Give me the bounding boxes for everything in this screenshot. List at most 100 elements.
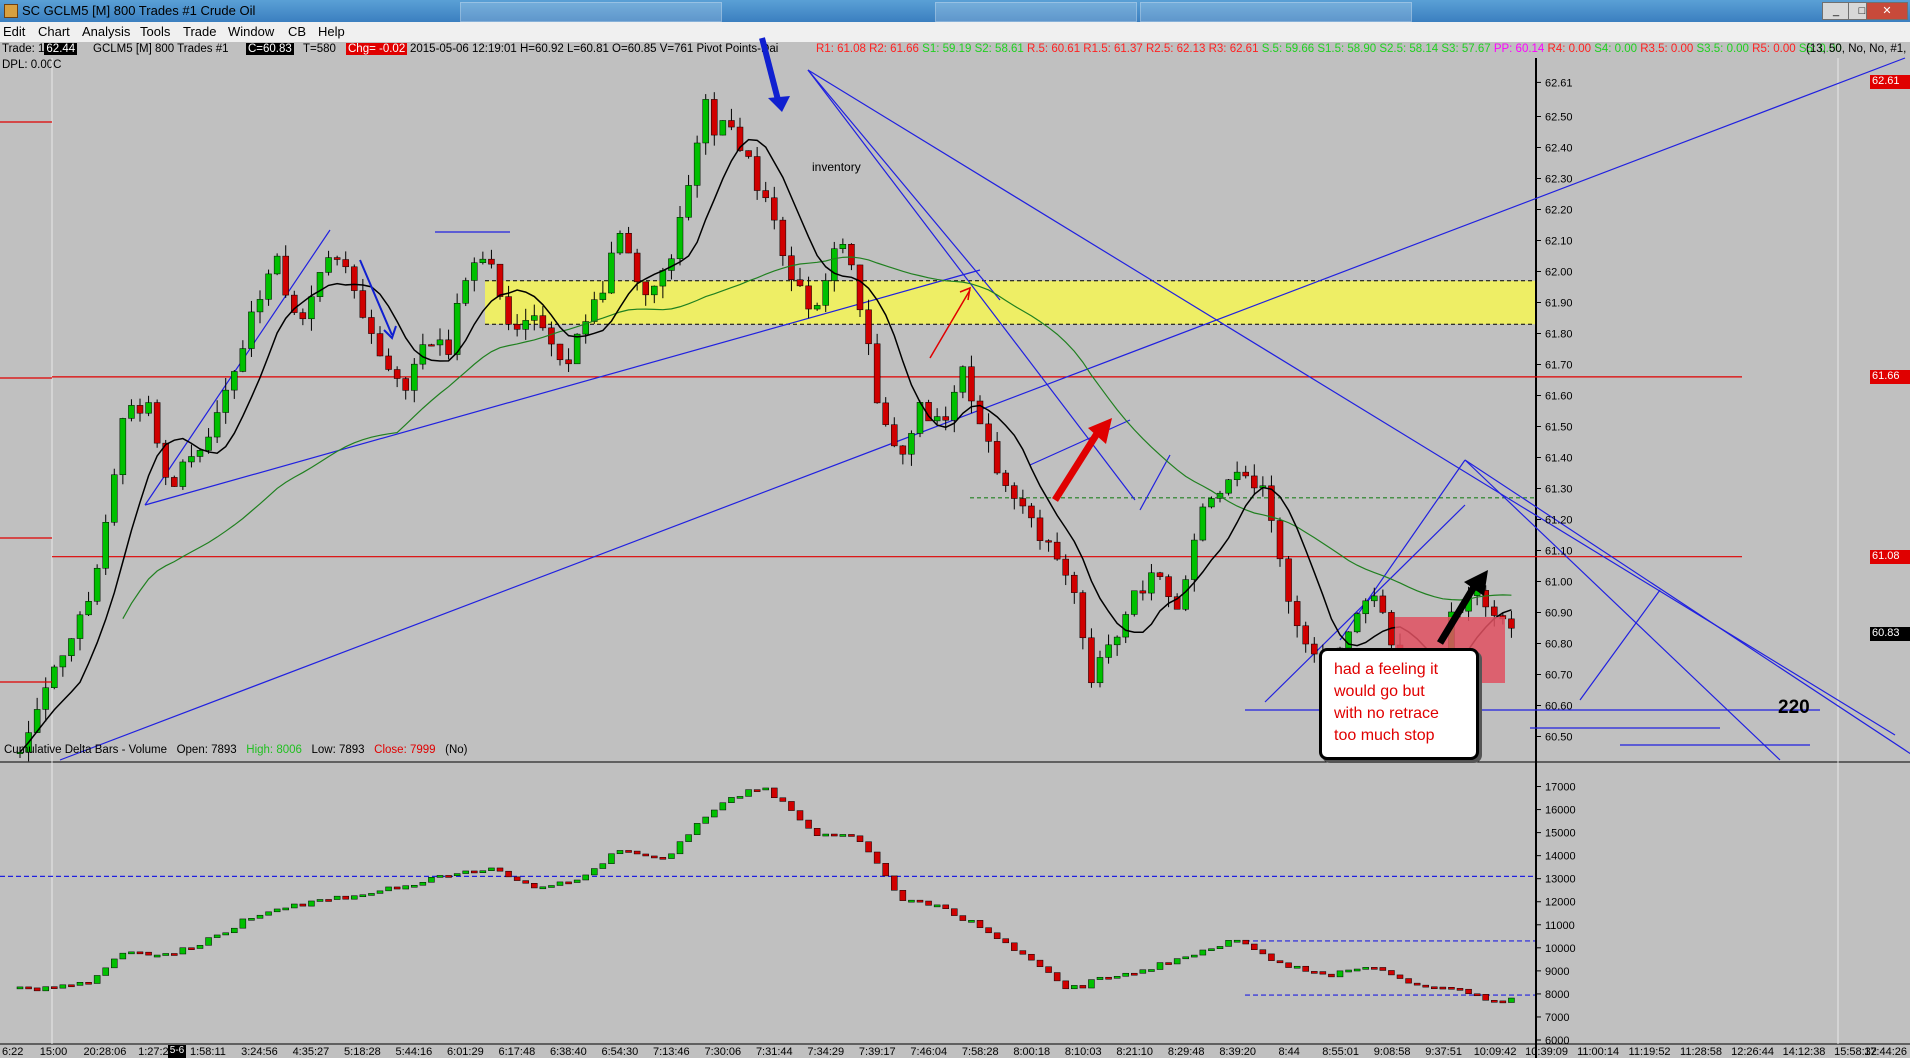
delta-bar[interactable] — [179, 947, 187, 955]
delta-bar[interactable] — [453, 873, 461, 876]
candle[interactable] — [42, 687, 49, 710]
delta-bar[interactable] — [813, 828, 821, 836]
delta-bar[interactable] — [402, 885, 409, 890]
delta-bar[interactable] — [548, 885, 555, 888]
delta-bar[interactable] — [196, 945, 204, 949]
delta-bar[interactable] — [573, 879, 581, 883]
candle[interactable] — [1062, 558, 1069, 576]
delta-bar[interactable] — [1191, 954, 1198, 958]
candle[interactable] — [1122, 614, 1129, 638]
delta-bar[interactable] — [411, 884, 418, 888]
candle[interactable] — [933, 416, 941, 422]
trendline[interactable] — [1464, 459, 1910, 760]
candle[interactable] — [1508, 618, 1515, 629]
delta-bar[interactable] — [505, 870, 512, 878]
delta-bar[interactable] — [1053, 972, 1061, 982]
delta-bar[interactable] — [642, 853, 649, 857]
candle[interactable] — [1345, 631, 1352, 649]
delta-bar[interactable] — [119, 952, 127, 960]
candle[interactable] — [891, 424, 898, 447]
candle[interactable] — [119, 418, 127, 476]
delta-bar[interactable] — [496, 867, 504, 872]
candle[interactable] — [256, 299, 264, 313]
delta-bar[interactable] — [213, 934, 221, 938]
delta-bar[interactable] — [359, 894, 367, 898]
delta-bar[interactable] — [651, 855, 658, 859]
candle[interactable] — [633, 252, 641, 283]
candle[interactable] — [942, 416, 949, 421]
candle[interactable] — [565, 359, 572, 365]
candle[interactable] — [102, 522, 109, 569]
candle[interactable] — [951, 391, 958, 421]
delta-bar[interactable] — [891, 875, 898, 891]
delta-bar[interactable] — [231, 927, 238, 934]
candle[interactable] — [213, 412, 221, 438]
delta-bar[interactable] — [1113, 976, 1121, 979]
candle[interactable] — [573, 333, 581, 365]
candle[interactable] — [171, 477, 178, 487]
candle[interactable] — [145, 402, 152, 414]
delta-bar[interactable] — [556, 881, 564, 886]
delta-bar[interactable] — [1405, 978, 1412, 984]
candle[interactable] — [265, 273, 272, 300]
delta-bar[interactable] — [333, 895, 341, 900]
delta-bar[interactable] — [68, 984, 75, 988]
candle[interactable] — [771, 197, 778, 221]
delta-bar[interactable] — [539, 886, 547, 890]
candle[interactable] — [411, 363, 418, 391]
delta-bar[interactable] — [616, 850, 624, 855]
candle[interactable] — [351, 266, 358, 291]
delta-bar[interactable] — [222, 932, 229, 936]
delta-bar[interactable] — [51, 986, 58, 989]
trendline[interactable] — [144, 229, 331, 506]
delta-bar[interactable] — [428, 877, 435, 883]
delta-bar[interactable] — [1088, 979, 1095, 989]
delta-bar[interactable] — [273, 908, 281, 913]
delta-bar[interactable] — [993, 932, 1001, 939]
delta-bar[interactable] — [513, 876, 521, 881]
delta-bar[interactable] — [873, 851, 881, 864]
candle[interactable] — [676, 217, 684, 260]
delta-bar[interactable] — [728, 797, 735, 803]
delta-bar[interactable] — [385, 886, 392, 892]
delta-bar[interactable] — [1413, 982, 1421, 986]
delta-bar[interactable] — [1431, 986, 1438, 990]
delta-bar[interactable] — [445, 875, 452, 878]
delta-bar[interactable] — [736, 796, 744, 799]
candle[interactable] — [1225, 479, 1232, 494]
delta-bar[interactable] — [908, 899, 915, 903]
candle[interactable] — [1251, 475, 1258, 489]
candle[interactable] — [1028, 505, 1035, 519]
delta-bar[interactable] — [831, 833, 838, 837]
candle[interactable] — [959, 366, 967, 393]
delta-bar[interactable] — [796, 810, 804, 821]
delta-bar[interactable] — [1148, 969, 1155, 972]
delta-bar[interactable] — [1156, 962, 1164, 970]
delta-bar[interactable] — [608, 853, 615, 864]
candle[interactable] — [93, 567, 101, 602]
candle[interactable] — [625, 233, 632, 254]
delta-bar[interactable] — [1371, 967, 1378, 970]
delta-bar[interactable] — [436, 875, 444, 878]
candle[interactable] — [136, 405, 144, 414]
candle[interactable] — [239, 348, 247, 372]
delta-bar[interactable] — [788, 801, 795, 811]
candle[interactable] — [1011, 485, 1018, 499]
delta-bar[interactable] — [1482, 994, 1489, 1001]
delta-bar[interactable] — [1388, 970, 1395, 976]
candle[interactable] — [968, 366, 975, 402]
delta-bar[interactable] — [1293, 965, 1301, 969]
delta-bar[interactable] — [1173, 958, 1181, 965]
candle[interactable] — [993, 441, 1001, 474]
candle[interactable] — [1293, 601, 1301, 627]
delta-bar[interactable] — [1036, 959, 1044, 967]
candle[interactable] — [428, 344, 435, 347]
candle[interactable] — [1079, 592, 1087, 639]
delta-bar[interactable] — [111, 958, 118, 969]
delta-bar[interactable] — [685, 834, 692, 842]
candle[interactable] — [753, 156, 761, 191]
delta-bar[interactable] — [1276, 960, 1284, 964]
delta-bar[interactable] — [1456, 988, 1464, 991]
candle[interactable] — [728, 120, 735, 128]
delta-bar[interactable] — [42, 986, 49, 992]
